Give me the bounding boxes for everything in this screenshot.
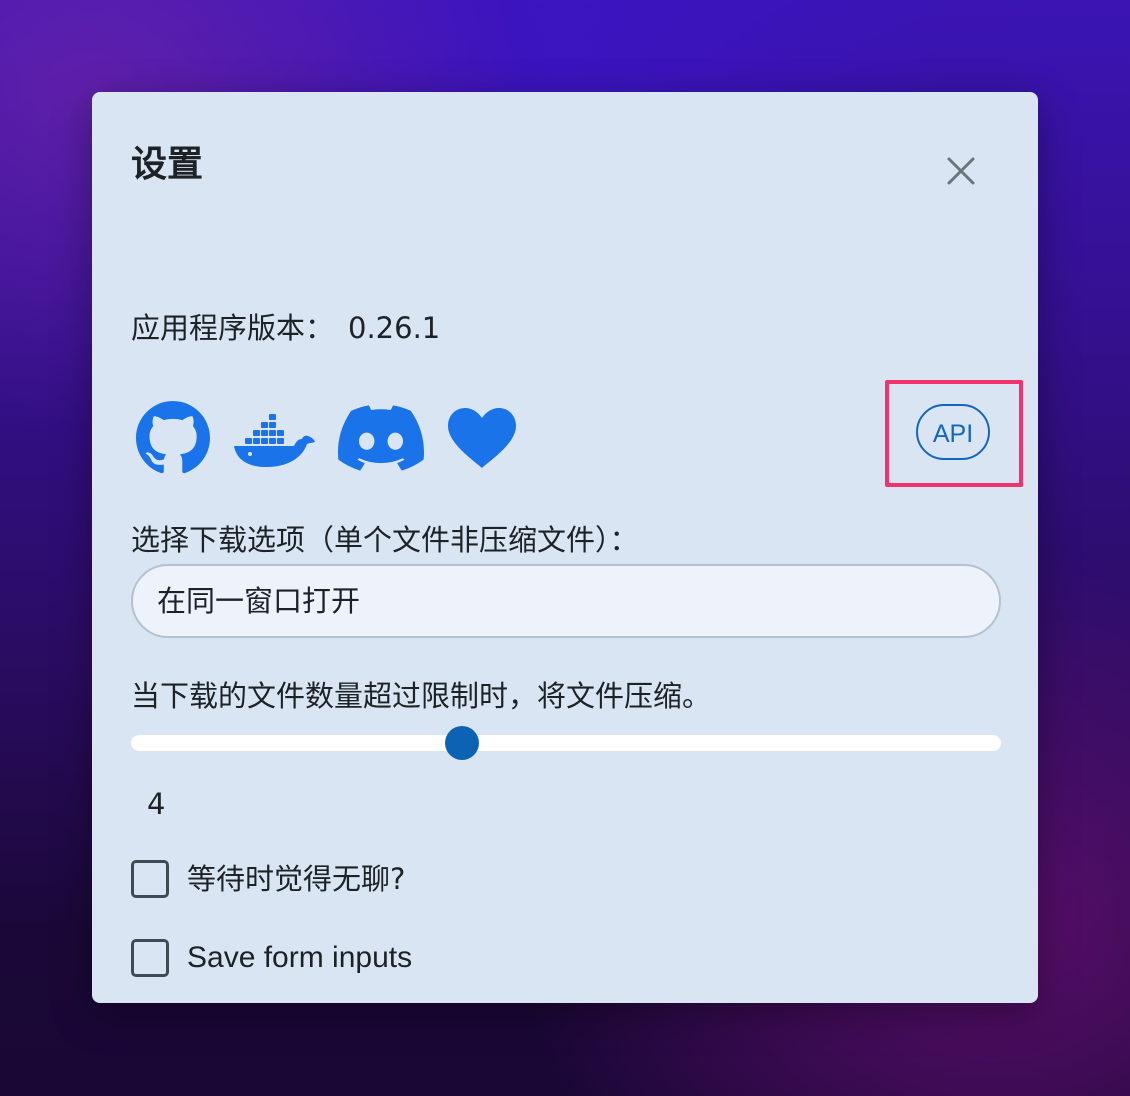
api-button[interactable]: API [916, 404, 990, 460]
discord-icon [338, 405, 424, 471]
links-row [136, 398, 540, 478]
discord-link[interactable] [338, 405, 424, 471]
heart-icon [448, 408, 516, 468]
close-icon [947, 157, 975, 185]
settings-dialog: 设置 应用程序版本： 0.26.1 API 选择下载选项（单个文件非压缩文件）：… [92, 92, 1038, 1003]
zip-threshold-slider[interactable] [131, 726, 1001, 760]
sponsor-link[interactable] [446, 406, 518, 470]
bored-checkbox-row[interactable]: 等待时觉得无聊? [131, 860, 405, 898]
zip-threshold-label: 当下载的文件数量超过限制时，将文件压缩。 [131, 679, 712, 713]
download-option-select[interactable]: 在同一窗口打开 [131, 564, 1001, 638]
slider-thumb[interactable] [445, 726, 479, 760]
dialog-title: 设置 [131, 144, 204, 185]
github-icon [136, 401, 210, 474]
save-inputs-checkbox-row[interactable]: Save form inputs [131, 939, 412, 977]
download-option-label: 选择下载选项（单个文件非压缩文件）： [131, 523, 639, 557]
bored-checkbox-label: 等待时觉得无聊? [187, 862, 406, 896]
bored-checkbox[interactable] [131, 860, 169, 898]
app-version: 应用程序版本： 0.26.1 [131, 310, 440, 346]
version-value: 0.26.1 [348, 311, 441, 345]
save-inputs-checkbox[interactable] [131, 939, 169, 977]
version-label: 应用程序版本： [131, 311, 335, 345]
zip-threshold-value: 4 [147, 787, 166, 821]
docker-icon [234, 414, 315, 467]
github-link[interactable] [136, 401, 210, 475]
close-button[interactable] [938, 148, 984, 194]
save-inputs-checkbox-label: Save form inputs [187, 941, 413, 974]
docker-link[interactable] [232, 406, 316, 470]
